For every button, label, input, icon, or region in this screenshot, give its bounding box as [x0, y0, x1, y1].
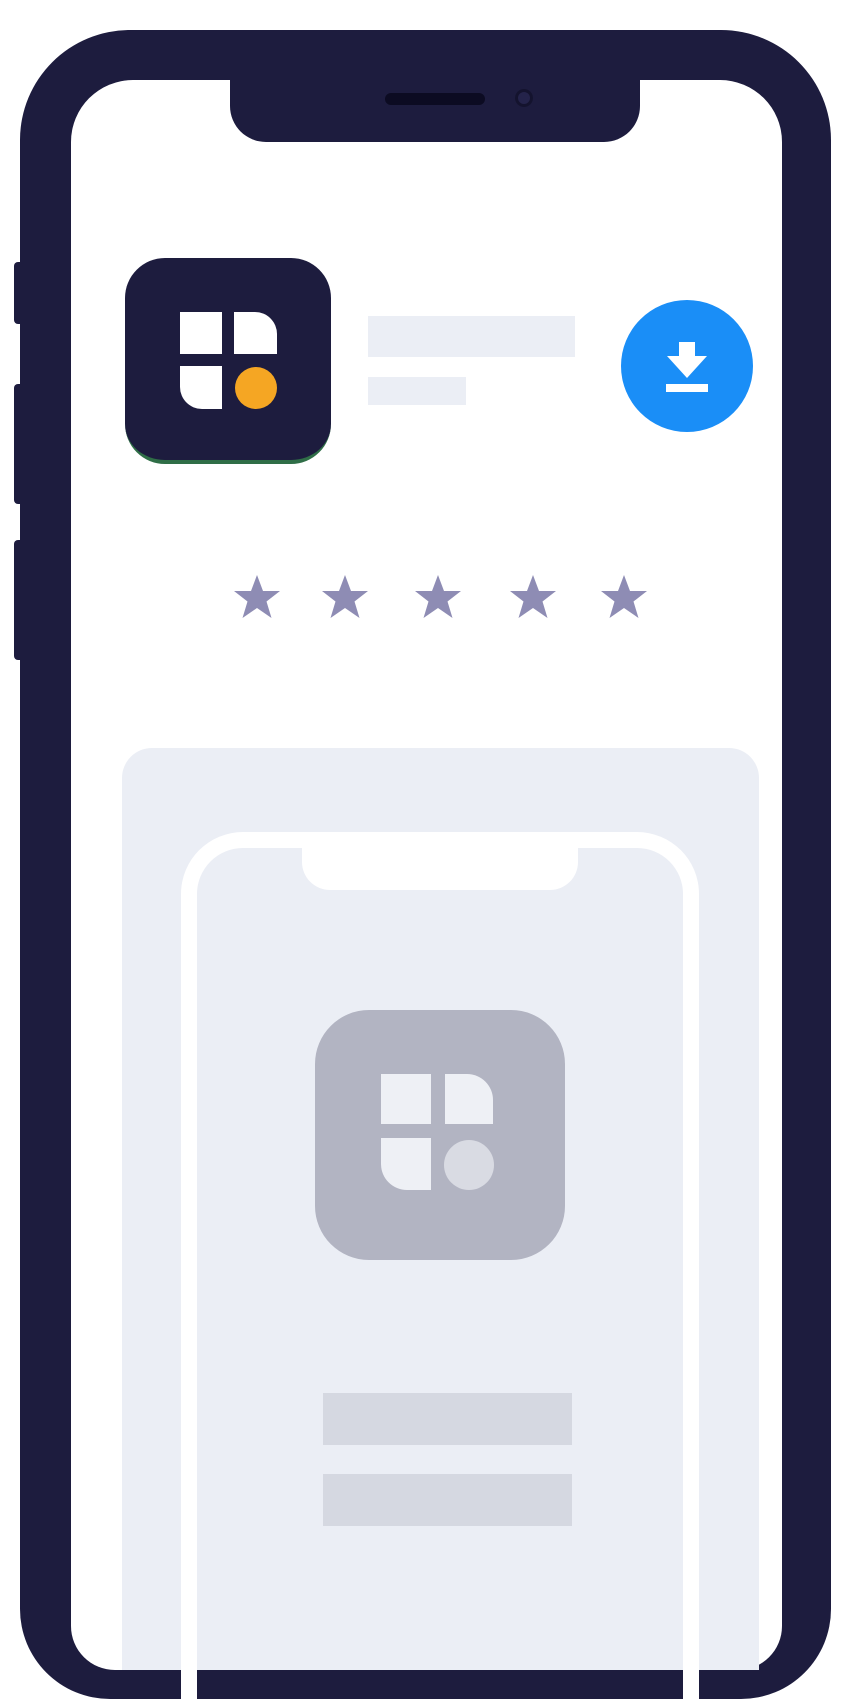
earpiece-speaker — [385, 93, 485, 105]
preview-phone-frame — [181, 832, 699, 1699]
preview-phone-notch — [302, 838, 578, 890]
star-icon[interactable] — [232, 572, 282, 622]
star-icon[interactable] — [320, 572, 370, 622]
download-button[interactable] — [621, 300, 753, 432]
grid-tiles-icon — [180, 312, 277, 409]
download-icon — [666, 342, 708, 392]
app-title-placeholder — [368, 316, 575, 357]
phone-notch — [230, 80, 640, 142]
app-store-listing-illustration — [0, 0, 850, 1699]
preview-text-placeholder — [323, 1393, 572, 1445]
star-icon[interactable] — [599, 572, 649, 622]
front-camera — [515, 89, 533, 107]
app-icon[interactable] — [125, 258, 331, 464]
grid-tiles-icon — [381, 1074, 494, 1190]
preview-app-icon — [315, 1010, 565, 1260]
app-subtitle-placeholder — [368, 377, 466, 405]
star-icon[interactable] — [508, 572, 558, 622]
star-icon[interactable] — [413, 572, 463, 622]
preview-text-placeholder — [323, 1474, 572, 1526]
